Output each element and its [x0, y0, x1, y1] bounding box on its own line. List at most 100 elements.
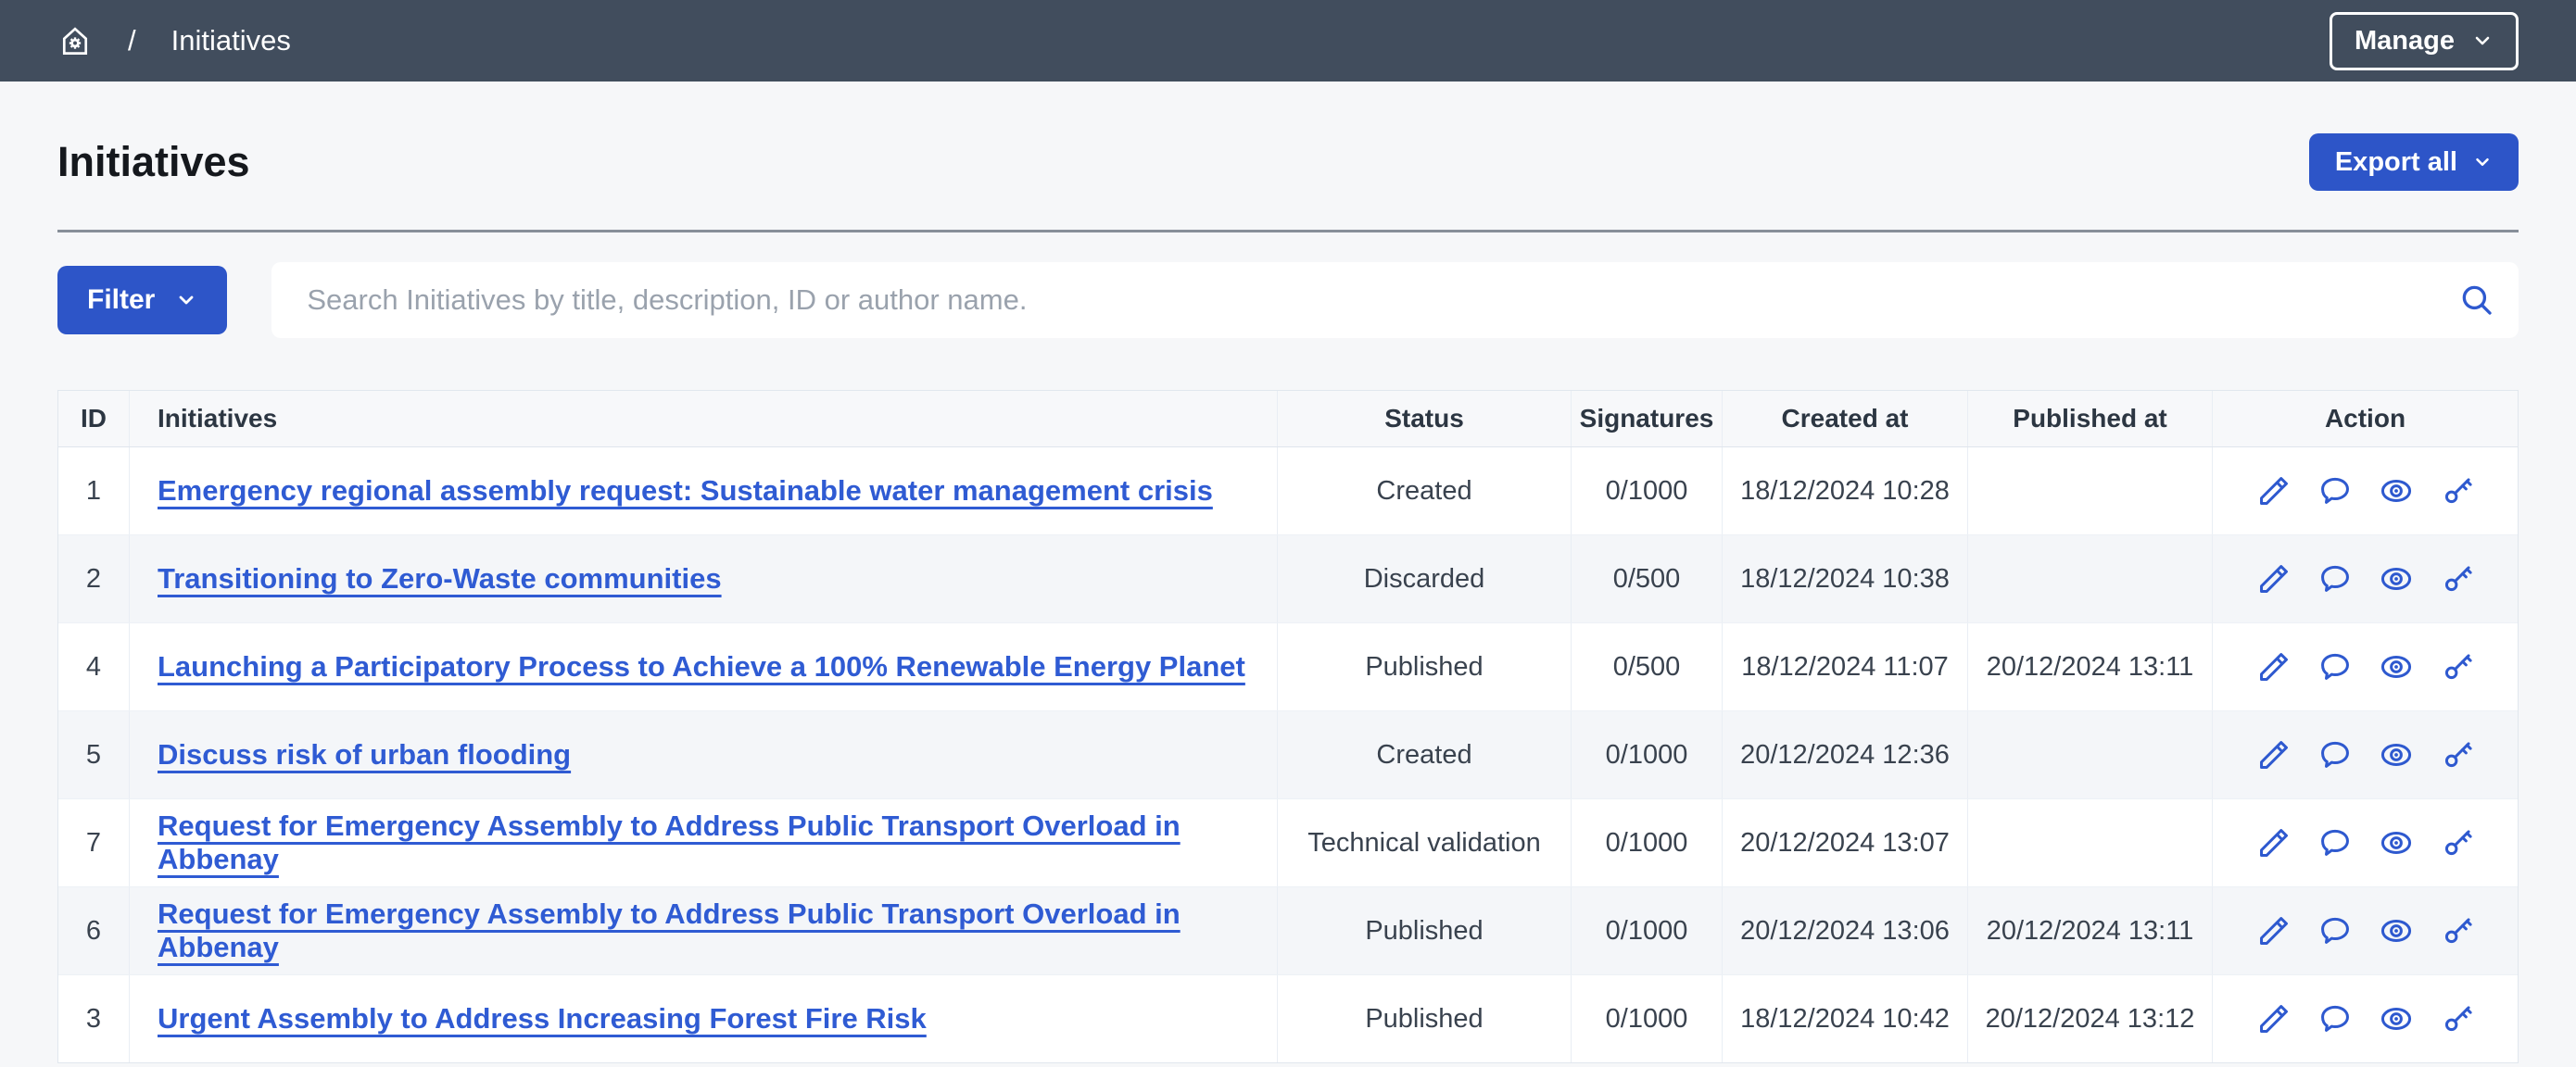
- initiative-id-cell: 3: [58, 975, 130, 1062]
- initiatives-table: ID Initiatives Status Signatures Created…: [57, 390, 2519, 1063]
- column-header-id: ID: [58, 391, 130, 446]
- initiative-id-cell: 1: [58, 447, 130, 534]
- action-buttons: [2244, 549, 2487, 609]
- speech-bubble-icon: [2317, 649, 2353, 684]
- created-at-cell: 20/12/2024 12:36: [1723, 711, 1968, 798]
- search-submit-button[interactable]: [2457, 280, 2496, 320]
- pencil-icon: [2256, 561, 2292, 596]
- edit-button[interactable]: [2244, 725, 2304, 785]
- action-cell: [2213, 447, 2518, 534]
- pencil-icon: [2256, 825, 2292, 860]
- edit-button[interactable]: [2244, 989, 2304, 1048]
- answer-button[interactable]: [2305, 725, 2365, 785]
- speech-bubble-icon: [2317, 473, 2353, 508]
- eye-icon: [2379, 473, 2414, 508]
- breadcrumb-initiatives-link[interactable]: Initiatives: [171, 24, 291, 57]
- signatures-cell: 0/1000: [1572, 887, 1723, 974]
- preview-button[interactable]: [2367, 901, 2426, 960]
- initiatives-admin-page: / Initiatives Manage Initiatives Export …: [0, 0, 2576, 1067]
- table-row: 2 Transitioning to Zero-Waste communitie…: [58, 535, 2518, 623]
- preview-button[interactable]: [2367, 549, 2426, 609]
- initiative-id-cell: 5: [58, 711, 130, 798]
- topbar: / Initiatives Manage: [0, 0, 2576, 82]
- key-icon: [2440, 825, 2475, 860]
- key-icon: [2440, 913, 2475, 948]
- edit-button[interactable]: [2244, 637, 2304, 697]
- initiative-id-cell: 7: [58, 799, 130, 886]
- permissions-button[interactable]: [2428, 813, 2487, 872]
- signatures-cell: 0/500: [1572, 623, 1723, 710]
- action-cell: [2213, 975, 2518, 1062]
- action-buttons: [2244, 813, 2487, 872]
- key-icon: [2440, 561, 2475, 596]
- table-row: 1 Emergency regional assembly request: S…: [58, 447, 2518, 535]
- key-icon: [2440, 737, 2475, 772]
- created-at-cell: 20/12/2024 13:07: [1723, 799, 1968, 886]
- answer-button[interactable]: [2305, 549, 2365, 609]
- created-at-cell: 20/12/2024 13:06: [1723, 887, 1968, 974]
- created-at-cell: 18/12/2024 11:07: [1723, 623, 1968, 710]
- initiative-title-link[interactable]: Request for Emergency Assembly to Addres…: [158, 898, 1277, 964]
- column-header-published-at: Published at: [1968, 391, 2213, 446]
- pencil-icon: [2256, 649, 2292, 684]
- signatures-cell: 0/500: [1572, 535, 1723, 622]
- permissions-button[interactable]: [2428, 725, 2487, 785]
- status-cell: Created: [1278, 711, 1572, 798]
- answer-button[interactable]: [2305, 637, 2365, 697]
- search-input[interactable]: [271, 262, 2519, 338]
- edit-button[interactable]: [2244, 461, 2304, 521]
- preview-button[interactable]: [2367, 461, 2426, 521]
- speech-bubble-icon: [2317, 825, 2353, 860]
- initiative-id-cell: 6: [58, 887, 130, 974]
- action-buttons: [2244, 989, 2487, 1048]
- answer-button[interactable]: [2305, 901, 2365, 960]
- created-at-cell: 18/12/2024 10:38: [1723, 535, 1968, 622]
- eye-icon: [2379, 825, 2414, 860]
- edit-button[interactable]: [2244, 901, 2304, 960]
- permissions-button[interactable]: [2428, 461, 2487, 521]
- initiative-title-link[interactable]: Urgent Assembly to Address Increasing Fo…: [158, 1002, 927, 1036]
- action-buttons: [2244, 725, 2487, 785]
- initiative-title-link[interactable]: Discuss risk of urban flooding: [158, 738, 571, 772]
- edit-button[interactable]: [2244, 549, 2304, 609]
- status-cell: Technical validation: [1278, 799, 1572, 886]
- breadcrumb-separator: /: [128, 24, 136, 57]
- preview-button[interactable]: [2367, 725, 2426, 785]
- home-link[interactable]: [57, 23, 93, 58]
- column-header-created-at: Created at: [1723, 391, 1968, 446]
- manage-button[interactable]: Manage: [2330, 12, 2519, 70]
- initiative-title-link[interactable]: Request for Emergency Assembly to Addres…: [158, 810, 1277, 876]
- published-at-cell: [1968, 447, 2213, 534]
- created-at-cell: 18/12/2024 10:42: [1723, 975, 1968, 1062]
- initiative-id-cell: 2: [58, 535, 130, 622]
- initiative-title-link[interactable]: Emergency regional assembly request: Sus…: [158, 474, 1213, 508]
- initiative-title-cell: Request for Emergency Assembly to Addres…: [130, 887, 1278, 974]
- initiative-title-link[interactable]: Transitioning to Zero-Waste communities: [158, 562, 722, 596]
- column-header-initiatives: Initiatives: [130, 391, 1278, 446]
- permissions-button[interactable]: [2428, 989, 2487, 1048]
- table-row: 7 Request for Emergency Assembly to Addr…: [58, 799, 2518, 887]
- initiative-title-link[interactable]: Launching a Participatory Process to Ach…: [158, 650, 1245, 684]
- permissions-button[interactable]: [2428, 901, 2487, 960]
- action-cell: [2213, 535, 2518, 622]
- preview-button[interactable]: [2367, 813, 2426, 872]
- created-at-cell: 18/12/2024 10:28: [1723, 447, 1968, 534]
- status-cell: Discarded: [1278, 535, 1572, 622]
- answer-button[interactable]: [2305, 989, 2365, 1048]
- answer-button[interactable]: [2305, 461, 2365, 521]
- preview-button[interactable]: [2367, 637, 2426, 697]
- permissions-button[interactable]: [2428, 549, 2487, 609]
- speech-bubble-icon: [2317, 561, 2353, 596]
- edit-button[interactable]: [2244, 813, 2304, 872]
- title-divider: [57, 230, 2519, 232]
- preview-button[interactable]: [2367, 989, 2426, 1048]
- initiative-title-cell: Emergency regional assembly request: Sus…: [130, 447, 1278, 534]
- pencil-icon: [2256, 913, 2292, 948]
- column-header-signatures: Signatures: [1572, 391, 1723, 446]
- action-buttons: [2244, 461, 2487, 521]
- answer-button[interactable]: [2305, 813, 2365, 872]
- filter-button[interactable]: Filter: [57, 266, 227, 334]
- published-at-cell: 20/12/2024 13:12: [1968, 975, 2213, 1062]
- export-all-button[interactable]: Export all: [2309, 133, 2519, 191]
- permissions-button[interactable]: [2428, 637, 2487, 697]
